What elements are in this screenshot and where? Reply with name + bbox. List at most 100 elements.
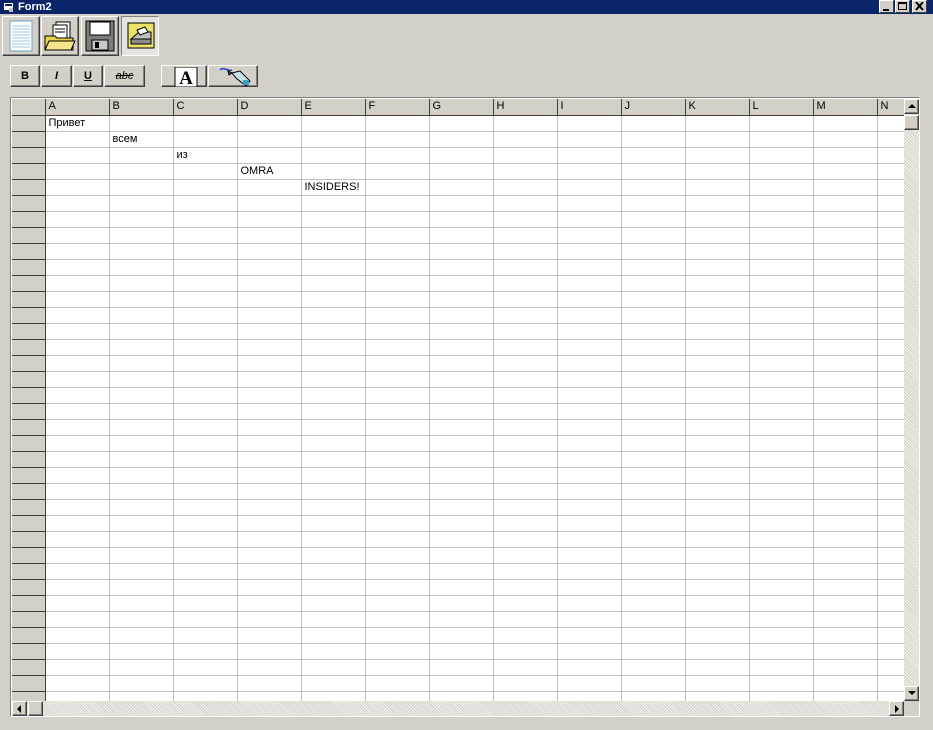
grid-cell[interactable]	[301, 323, 366, 340]
grid-cell[interactable]	[493, 275, 558, 292]
grid-cell[interactable]	[237, 355, 302, 372]
grid-cell[interactable]	[365, 419, 430, 436]
grid-cell[interactable]	[45, 211, 110, 228]
grid-cell[interactable]	[109, 163, 174, 180]
grid-cell[interactable]	[429, 579, 494, 596]
grid-cell[interactable]	[621, 147, 686, 164]
column-header[interactable]: M	[813, 99, 878, 116]
grid-cell[interactable]	[685, 147, 750, 164]
underline-button[interactable]: U	[73, 65, 103, 87]
grid-cell[interactable]	[749, 595, 814, 612]
grid-cell[interactable]	[237, 211, 302, 228]
grid-cell[interactable]	[877, 563, 904, 580]
grid-cell[interactable]	[109, 467, 174, 484]
row-header[interactable]	[12, 451, 46, 468]
grid-cell[interactable]	[429, 419, 494, 436]
grid-cell[interactable]	[45, 179, 110, 196]
grid-cell[interactable]	[365, 339, 430, 356]
scroll-up-button[interactable]	[904, 99, 919, 114]
horizontal-scroll-thumb[interactable]	[28, 701, 43, 716]
grid-cell[interactable]	[557, 147, 622, 164]
grid-cell[interactable]	[109, 291, 174, 308]
grid-cell[interactable]	[685, 547, 750, 564]
grid-cell[interactable]	[813, 323, 878, 340]
column-header[interactable]: N	[877, 99, 904, 116]
grid-cell[interactable]	[877, 595, 904, 612]
row-header[interactable]	[12, 259, 46, 276]
grid-cell[interactable]	[109, 323, 174, 340]
grid-cell[interactable]	[621, 467, 686, 484]
grid-cell[interactable]	[45, 371, 110, 388]
grid-cell[interactable]	[621, 515, 686, 532]
row-header[interactable]	[12, 675, 46, 692]
grid-cell[interactable]	[493, 643, 558, 660]
grid-cell[interactable]	[557, 195, 622, 212]
grid-cell[interactable]	[813, 515, 878, 532]
grid-cell[interactable]	[109, 547, 174, 564]
grid-cell[interactable]	[749, 579, 814, 596]
grid-cell[interactable]	[429, 691, 494, 701]
grid-cell[interactable]	[45, 403, 110, 420]
grid-cell[interactable]	[749, 275, 814, 292]
grid-cell[interactable]	[685, 499, 750, 516]
grid-cell[interactable]	[109, 211, 174, 228]
grid-cell[interactable]	[109, 643, 174, 660]
grid-cell[interactable]	[813, 227, 878, 244]
grid-cell[interactable]	[749, 371, 814, 388]
grid-cell[interactable]	[813, 691, 878, 701]
grid-cell[interactable]	[557, 179, 622, 196]
grid-cell[interactable]	[429, 307, 494, 324]
grid-cell[interactable]	[301, 451, 366, 468]
grid-cell[interactable]	[749, 435, 814, 452]
minimize-button[interactable]	[879, 0, 894, 13]
grid-cell[interactable]	[813, 147, 878, 164]
grid-cell[interactable]	[813, 307, 878, 324]
grid-cell[interactable]	[685, 451, 750, 468]
grid-cell[interactable]	[237, 499, 302, 516]
grid-cell[interactable]	[109, 691, 174, 701]
grid-cell[interactable]	[173, 307, 238, 324]
grid-cell[interactable]	[109, 339, 174, 356]
grid-cell[interactable]	[173, 531, 238, 548]
grid-cell[interactable]	[45, 227, 110, 244]
grid-cell[interactable]	[365, 451, 430, 468]
grid-cell[interactable]	[877, 259, 904, 276]
grid-cell[interactable]	[237, 179, 302, 196]
column-header[interactable]: E	[301, 99, 366, 116]
grid-cell[interactable]	[301, 643, 366, 660]
row-header[interactable]	[12, 163, 46, 180]
row-header[interactable]	[12, 291, 46, 308]
grid-cell[interactable]	[557, 435, 622, 452]
grid-cell[interactable]	[877, 211, 904, 228]
grid-cell[interactable]	[749, 259, 814, 276]
grid-cell[interactable]	[557, 419, 622, 436]
grid-cell[interactable]	[301, 387, 366, 404]
grid-cell[interactable]	[45, 339, 110, 356]
grid-cell[interactable]	[621, 195, 686, 212]
grid-cell[interactable]	[109, 147, 174, 164]
grid-cell[interactable]	[429, 371, 494, 388]
grid-cell[interactable]	[109, 579, 174, 596]
grid-cell[interactable]	[429, 211, 494, 228]
scroll-right-button[interactable]	[889, 701, 904, 716]
grid-cell[interactable]	[685, 355, 750, 372]
column-header[interactable]: L	[749, 99, 814, 116]
grid-cell[interactable]	[621, 499, 686, 516]
grid-cell[interactable]	[493, 339, 558, 356]
grid-cell[interactable]	[173, 291, 238, 308]
grid-cell[interactable]	[301, 691, 366, 701]
grid-cell[interactable]	[493, 419, 558, 436]
grid-cell[interactable]	[173, 323, 238, 340]
grid-cell[interactable]	[557, 691, 622, 701]
row-header[interactable]	[12, 499, 46, 516]
grid-cell[interactable]	[749, 147, 814, 164]
grid-cell[interactable]	[173, 211, 238, 228]
grid-cell[interactable]	[237, 291, 302, 308]
grid-cell[interactable]	[173, 483, 238, 500]
grid-cell[interactable]	[877, 691, 904, 701]
grid-cell[interactable]	[237, 339, 302, 356]
grid-cell[interactable]	[237, 275, 302, 292]
corner-header[interactable]	[12, 99, 46, 116]
column-header[interactable]: K	[685, 99, 750, 116]
grid-cell[interactable]	[557, 451, 622, 468]
